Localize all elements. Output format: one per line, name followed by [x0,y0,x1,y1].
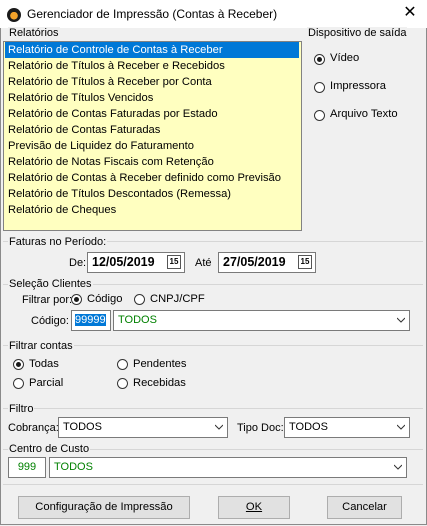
radio-todas-label: Todas [29,358,59,370]
report-item[interactable]: Relatório de Cheques [5,202,299,218]
divider [3,408,423,409]
close-icon[interactable]: ✕ [398,3,422,23]
radio-printer-label: Impressora [330,80,386,92]
report-item[interactable]: Relatório de Títulos Descontados (Remess… [5,186,299,202]
report-item[interactable]: Relatório de Controle de Contas à Recebe… [5,42,299,58]
cancel-button[interactable]: Cancelar [327,496,402,519]
cost-center-select[interactable]: TODOS [49,457,407,478]
radio-parcial-label: Parcial [29,377,64,389]
radio-recebidas[interactable] [117,378,128,389]
radio-pendentes[interactable] [117,359,128,370]
app-icon [7,8,21,22]
radio-codigo[interactable] [71,294,82,305]
tipodoc-value: TODOS [289,421,328,433]
ok-button-label: OK [245,501,263,513]
print-config-button[interactable]: Configuração de Impressão [18,496,190,519]
report-item[interactable]: Relatório de Notas Fiscais com Retenção [5,154,299,170]
chevron-down-icon [397,424,405,430]
reports-label: Relatórios [8,27,60,39]
chevron-down-icon [394,464,402,470]
ok-button[interactable]: OK [218,496,290,519]
client-name-select[interactable]: TODOS [113,310,410,331]
chevron-down-icon [215,424,223,430]
cancel-button-label: Cancelar [342,501,387,513]
client-code-value: 99999 [75,314,106,326]
cobranca-label: Cobrança: [8,422,59,434]
period-label: Faturas no Período: [8,236,108,248]
filter-label: Filtro [8,403,35,415]
cost-center-value: TODOS [54,461,93,473]
window-title: Gerenciador de Impressão (Contas à Receb… [27,7,278,21]
report-item[interactable]: Relatório de Contas à Receber definido c… [5,170,299,186]
report-item[interactable]: Previsão de Liquidez do Faturamento [5,138,299,154]
report-item[interactable]: Relatório de Contas Faturadas por Estado [5,106,299,122]
radio-cnpj[interactable] [134,294,145,305]
report-item[interactable]: Relatório de Títulos Vencidos [5,90,299,106]
cobranca-value: TODOS [63,421,102,433]
code-label: Código: [31,315,69,327]
report-item[interactable]: Relatório de Títulos à Receber por Conta [5,74,299,90]
cost-center-code-value: 999 [17,461,37,473]
radio-textfile[interactable] [314,110,325,121]
client-code-field[interactable]: 99999 [71,310,111,331]
cost-center-label: Centro de Custo [8,443,91,455]
cost-center-code-field[interactable]: 999 [8,457,46,478]
to-date-value: 27/05/2019 [223,255,286,269]
from-date-value: 12/05/2019 [92,255,155,269]
radio-parcial[interactable] [13,378,24,389]
radio-cnpj-label: CNPJ/CPF [150,293,205,305]
to-label: Até [195,257,212,269]
divider [3,484,423,485]
cobranca-select[interactable]: TODOS [58,417,228,438]
clients-label: Seleção Clientes [8,278,93,290]
tipodoc-label: Tipo Doc: [237,422,284,434]
output-label: Dispositivo de saída [307,27,408,39]
radio-recebidas-label: Recebidas [133,377,186,389]
radio-codigo-label: Código [87,293,123,305]
tipodoc-select[interactable]: TODOS [284,417,410,438]
filter-by-label: Filtrar por: [22,294,73,306]
report-item[interactable]: Relatório de Títulos à Receber e Recebid… [5,58,299,74]
accounts-label: Filtrar contas [8,340,74,352]
radio-video-label: Vídeo [330,52,360,64]
radio-video[interactable] [314,54,325,65]
chevron-down-icon [397,317,405,323]
from-label: De: [69,257,87,269]
report-item[interactable]: Relatório de Contas Faturadas [5,122,299,138]
reports-list[interactable]: Relatório de Controle de Contas à Recebe… [3,41,302,231]
radio-printer[interactable] [314,82,325,93]
radio-textfile-label: Arquivo Texto [330,108,398,120]
calendar-icon[interactable]: 15 [298,255,312,269]
radio-todas[interactable] [13,359,24,370]
client-name-value: TODOS [118,314,157,326]
radio-pendentes-label: Pendentes [133,358,187,370]
calendar-icon[interactable]: 15 [167,255,181,269]
